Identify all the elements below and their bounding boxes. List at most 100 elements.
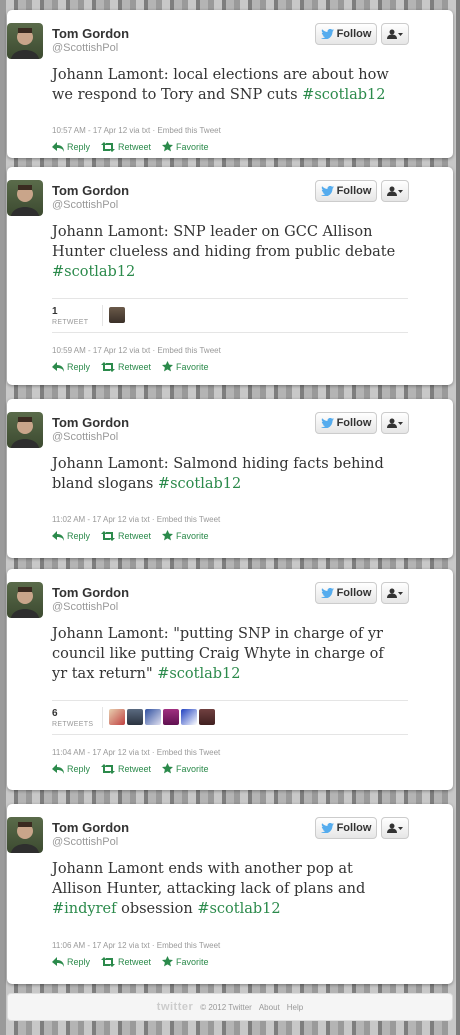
stats-divider	[102, 707, 103, 728]
hashtag-link[interactable]: #scotlab12	[158, 476, 241, 492]
user-dropdown-icon	[387, 588, 403, 598]
avatar[interactable]	[7, 817, 43, 853]
reply-arrow-icon	[52, 361, 64, 372]
favorite-button[interactable]: Favorite	[162, 361, 209, 372]
tweet-actions: Reply Retweet Favorite	[52, 763, 209, 774]
retweeter-avatar[interactable]	[163, 709, 179, 725]
tweet-meta[interactable]: 11:02 AM - 17 Apr 12 via txt · Embed thi…	[52, 515, 220, 524]
reply-button[interactable]: Reply	[52, 530, 90, 541]
tweet-meta[interactable]: 10:59 AM - 17 Apr 12 via txt · Embed thi…	[52, 346, 221, 355]
tweet-card: Tom Gordon @ScottishPol Follow Johann La…	[7, 399, 453, 558]
twitter-logo[interactable]: twitter	[157, 1001, 194, 1013]
retweet-count-label: RETWEETS	[52, 721, 94, 728]
tweet-actions: Reply Retweet Favorite	[52, 530, 209, 541]
tweet-actions: Reply Retweet Favorite	[52, 361, 209, 372]
follow-button[interactable]: Follow	[315, 817, 377, 839]
tweet-actions: Reply Retweet Favorite	[52, 141, 209, 152]
reply-arrow-icon	[52, 763, 64, 774]
display-name[interactable]: Tom Gordon	[52, 820, 129, 835]
stats-divider	[102, 305, 103, 326]
follow-button[interactable]: Follow	[315, 180, 377, 202]
hashtag-link[interactable]: #scotlab12	[302, 87, 385, 103]
twitter-bird-icon	[320, 29, 334, 39]
avatar[interactable]	[7, 412, 43, 448]
retweet-icon	[101, 141, 116, 152]
retweet-button[interactable]: Retweet	[101, 141, 151, 152]
reply-button[interactable]: Reply	[52, 141, 90, 152]
user-actions-button[interactable]	[381, 412, 409, 434]
retweet-button[interactable]: Retweet	[101, 530, 151, 541]
avatar[interactable]	[7, 23, 43, 59]
hashtag-link[interactable]: #scotlab12	[52, 264, 135, 280]
twitter-bird-icon	[320, 418, 334, 428]
tweet-meta[interactable]: 10:57 AM - 17 Apr 12 via txt · Embed thi…	[52, 126, 221, 135]
copyright-text: © 2012 Twitter	[200, 1002, 252, 1012]
user-handle[interactable]: @ScottishPol	[52, 601, 118, 613]
avatar[interactable]	[7, 582, 43, 618]
retweet-button[interactable]: Retweet	[101, 763, 151, 774]
retweet-icon	[101, 530, 116, 541]
hashtag-link[interactable]: #scotlab12	[157, 666, 240, 682]
retweet-count[interactable]: 6	[52, 708, 58, 719]
tweet-card: Tom Gordon @ScottishPol Follow Johann La…	[7, 804, 453, 984]
tweet-text: Johann Lamont: Salmond hiding facts behi…	[52, 456, 384, 492]
about-link[interactable]: About	[259, 1003, 280, 1012]
retweeter-avatar[interactable]	[199, 709, 215, 725]
user-dropdown-icon	[387, 418, 403, 428]
follow-button[interactable]: Follow	[315, 412, 377, 434]
follow-button[interactable]: Follow	[315, 582, 377, 604]
retweet-stats: 6 RETWEETS	[52, 700, 408, 735]
retweeter-avatar[interactable]	[109, 709, 125, 725]
user-handle[interactable]: @ScottishPol	[52, 199, 118, 211]
user-handle[interactable]: @ScottishPol	[52, 42, 118, 54]
user-dropdown-icon	[387, 186, 403, 196]
hashtag-link[interactable]: #scotlab12	[197, 901, 280, 917]
reply-arrow-icon	[52, 530, 64, 541]
retweeter-avatar[interactable]	[109, 307, 125, 323]
reply-button[interactable]: Reply	[52, 763, 90, 774]
display-name[interactable]: Tom Gordon	[52, 415, 129, 430]
reply-button[interactable]: Reply	[52, 361, 90, 372]
display-name[interactable]: Tom Gordon	[52, 26, 129, 41]
retweet-button[interactable]: Retweet	[101, 956, 151, 967]
user-dropdown-icon	[387, 823, 403, 833]
favorite-button[interactable]: Favorite	[162, 763, 209, 774]
user-actions-button[interactable]	[381, 180, 409, 202]
tweet-meta[interactable]: 11:04 AM - 17 Apr 12 via txt · Embed thi…	[52, 748, 220, 757]
avatar[interactable]	[7, 180, 43, 216]
retweeter-avatar[interactable]	[181, 709, 197, 725]
follow-button[interactable]: Follow	[315, 23, 377, 45]
user-handle[interactable]: @ScottishPol	[52, 431, 118, 443]
tweet-text: Johann Lamont: "putting SNP in charge of…	[52, 626, 384, 682]
star-icon	[162, 141, 174, 152]
tweet-text: Johann Lamont: SNP leader on GCC Allison…	[52, 224, 396, 280]
display-name[interactable]: Tom Gordon	[52, 585, 129, 600]
retweet-icon	[101, 956, 116, 967]
retweet-button[interactable]: Retweet	[101, 361, 151, 372]
follow-label: Follow	[336, 28, 372, 40]
user-actions-button[interactable]	[381, 582, 409, 604]
help-link[interactable]: Help	[287, 1003, 303, 1012]
page-footer: twitter © 2012 Twitter About Help	[7, 993, 453, 1021]
tweet-actions: Reply Retweet Favorite	[52, 956, 209, 967]
favorite-button[interactable]: Favorite	[162, 956, 209, 967]
tweet-text: Johann Lamont: local elections are about…	[52, 67, 389, 103]
favorite-button[interactable]: Favorite	[162, 530, 209, 541]
twitter-bird-icon	[320, 186, 334, 196]
star-icon	[162, 763, 174, 774]
reply-button[interactable]: Reply	[52, 956, 90, 967]
favorite-button[interactable]: Favorite	[162, 141, 209, 152]
retweeter-avatar[interactable]	[127, 709, 143, 725]
tweet-card: Tom Gordon @ScottishPol Follow Johann La…	[7, 167, 453, 385]
user-actions-button[interactable]	[381, 23, 409, 45]
retweet-count[interactable]: 1	[52, 306, 58, 317]
star-icon	[162, 530, 174, 541]
user-actions-button[interactable]	[381, 817, 409, 839]
retweeter-avatars	[109, 709, 215, 725]
hashtag-link[interactable]: #indyref	[52, 901, 116, 917]
tweet-meta[interactable]: 11:06 AM - 17 Apr 12 via txt · Embed thi…	[52, 941, 220, 950]
user-handle[interactable]: @ScottishPol	[52, 836, 118, 848]
display-name[interactable]: Tom Gordon	[52, 183, 129, 198]
follow-label: Follow	[336, 822, 372, 834]
retweeter-avatar[interactable]	[145, 709, 161, 725]
